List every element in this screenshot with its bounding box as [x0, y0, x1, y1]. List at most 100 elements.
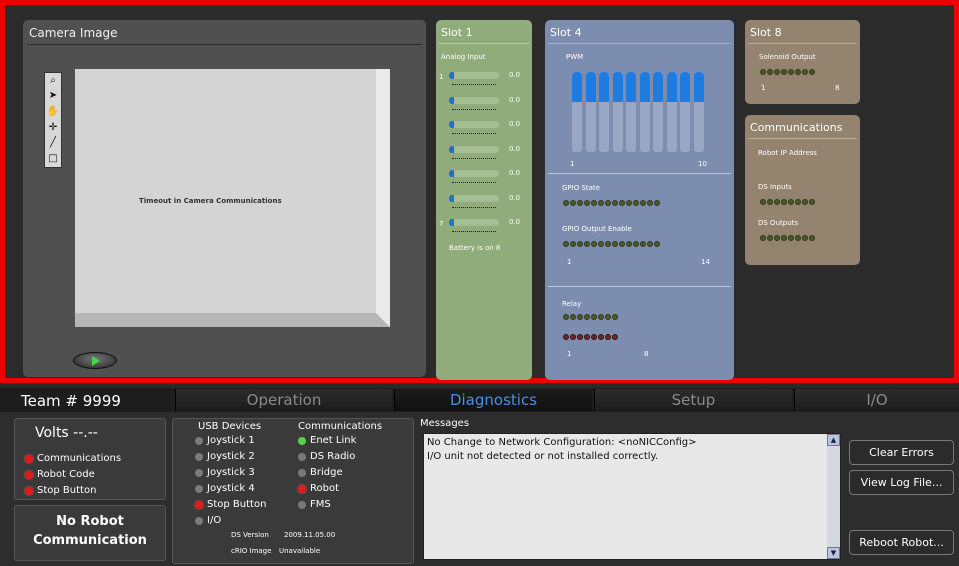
led-icon [633, 200, 639, 206]
slider-scale [452, 82, 496, 85]
pwm-bar [599, 72, 609, 152]
led-icon [788, 235, 794, 241]
camera-play-button[interactable] [73, 352, 117, 369]
led-icon [598, 200, 604, 206]
gpio-max: 14 [701, 258, 710, 266]
divider [439, 43, 529, 44]
gpio-output-leds [563, 241, 660, 247]
divider [548, 286, 731, 287]
led-icon [654, 200, 660, 206]
led-icon [774, 69, 780, 75]
pwm-fill [639, 72, 650, 102]
camera-tool-palette: ⌕ ➤ ✋ ✛ ╱ □ [44, 72, 62, 168]
pwm-bar [693, 72, 704, 152]
status-box: Volts --.-- Communications Robot Code St… [14, 418, 166, 500]
led-icon [612, 314, 618, 320]
clear-errors-button[interactable]: Clear Errors [849, 440, 954, 465]
voltage-readout: Volts --.-- [35, 425, 98, 441]
messages-textarea[interactable]: No Change to Network Configuration: <noN… [423, 433, 841, 560]
ds-outputs-leds [760, 235, 815, 241]
slider-knob [449, 194, 454, 202]
tab-setup[interactable]: Setup [594, 389, 792, 411]
no-robot-line-1: No Robot [56, 514, 124, 529]
led-icon [647, 200, 653, 206]
ds-version-value: 2009.11.05.00 [284, 531, 336, 539]
communications-list-title: Communications [298, 421, 383, 432]
divider [27, 44, 422, 45]
led-icon [298, 436, 306, 445]
led-icon [577, 334, 583, 340]
comms-label: Bridge [310, 467, 343, 478]
scroll-down-icon[interactable]: ▼ [827, 547, 840, 559]
tab-io[interactable]: I/O [794, 389, 959, 411]
pwm-fill [626, 72, 636, 102]
led-icon [25, 470, 33, 479]
usb-device-label: Stop Button [207, 499, 267, 510]
hand-icon[interactable]: ✋ [47, 107, 59, 117]
analog-slider [449, 96, 499, 104]
tab-operation[interactable]: Operation [175, 389, 392, 411]
led-icon [584, 241, 590, 247]
analog-value: 0.0 [509, 169, 521, 177]
dashboard-panel: Camera Image ⌕ ➤ ✋ ✛ ╱ □ Timeout in Came… [0, 0, 959, 383]
pwm-bar [572, 72, 582, 152]
led-icon [788, 69, 794, 75]
communications-panel: Communications Robot IP Address DS Input… [745, 115, 860, 265]
slider-scale [452, 156, 496, 159]
usb-devices-title: USB Devices [198, 421, 262, 432]
usb-device-label: Joystick 3 [207, 467, 255, 478]
scroll-up-icon[interactable]: ▲ [827, 434, 840, 446]
usb-device-item: Joystick 1 [195, 435, 255, 446]
analog-value: 0.0 [509, 95, 521, 104]
led-icon [767, 199, 773, 205]
comms-label: FMS [310, 499, 331, 510]
led-icon [25, 486, 33, 495]
relay-reverse-leds [563, 334, 618, 340]
crosshair-icon[interactable]: ✛ [49, 122, 57, 133]
led-icon [591, 241, 597, 247]
led-icon [195, 468, 203, 477]
analog-input-row: 0.0 [449, 194, 520, 208]
led-icon [647, 241, 653, 247]
slider-knob [449, 145, 454, 153]
pwm-label: PWM [566, 53, 584, 61]
reboot-robot-button[interactable]: Reboot Robot... [849, 530, 954, 555]
zoom-icon[interactable]: ⌕ [50, 75, 56, 86]
comms-item: FMS [298, 499, 331, 510]
led-icon [598, 241, 604, 247]
led-icon [612, 334, 618, 340]
led-icon [298, 484, 306, 493]
divider [748, 43, 857, 44]
pointer-icon[interactable]: ➤ [49, 91, 57, 101]
tab-diagnostics[interactable]: Diagnostics [394, 389, 592, 411]
led-icon [760, 69, 766, 75]
led-icon [654, 241, 660, 247]
led-icon [570, 200, 576, 206]
slider-knob [449, 219, 454, 226]
led-icon [605, 200, 611, 206]
led-icon [781, 199, 787, 205]
line-tool-icon[interactable]: ╱ [50, 138, 56, 148]
pwm-fill [612, 72, 623, 102]
rectangle-tool-icon[interactable]: □ [48, 154, 57, 164]
led-icon [591, 200, 597, 206]
led-icon [619, 241, 625, 247]
messages-scrollbar[interactable]: ▲ ▼ [827, 434, 840, 559]
pwm-fill [680, 72, 690, 102]
relay-max: 8 [644, 350, 649, 358]
led-icon [788, 199, 794, 205]
led-icon [795, 199, 801, 205]
slot-8-panel: Slot 8 Solenoid Output 1 8 [745, 20, 860, 104]
led-icon [584, 314, 590, 320]
ds-version-label: DS Version [231, 531, 269, 539]
view-log-file-button[interactable]: View Log File... [849, 470, 954, 495]
comms-item: Bridge [298, 467, 343, 478]
analog-slider [449, 121, 499, 128]
robot-code-indicator-label: Robot Code [37, 469, 95, 480]
slot-4-panel: Slot 4 PWM 1 10 GPIO State GPIO Output E… [545, 20, 734, 380]
ds-inputs-leds [760, 199, 815, 205]
driver-station-window: Camera Image ⌕ ➤ ✋ ✛ ╱ □ Timeout in Came… [0, 0, 959, 566]
usb-device-label: Joystick 2 [207, 451, 255, 462]
comms-item: Robot [298, 483, 339, 494]
usb-device-label: Joystick 1 [207, 435, 255, 446]
